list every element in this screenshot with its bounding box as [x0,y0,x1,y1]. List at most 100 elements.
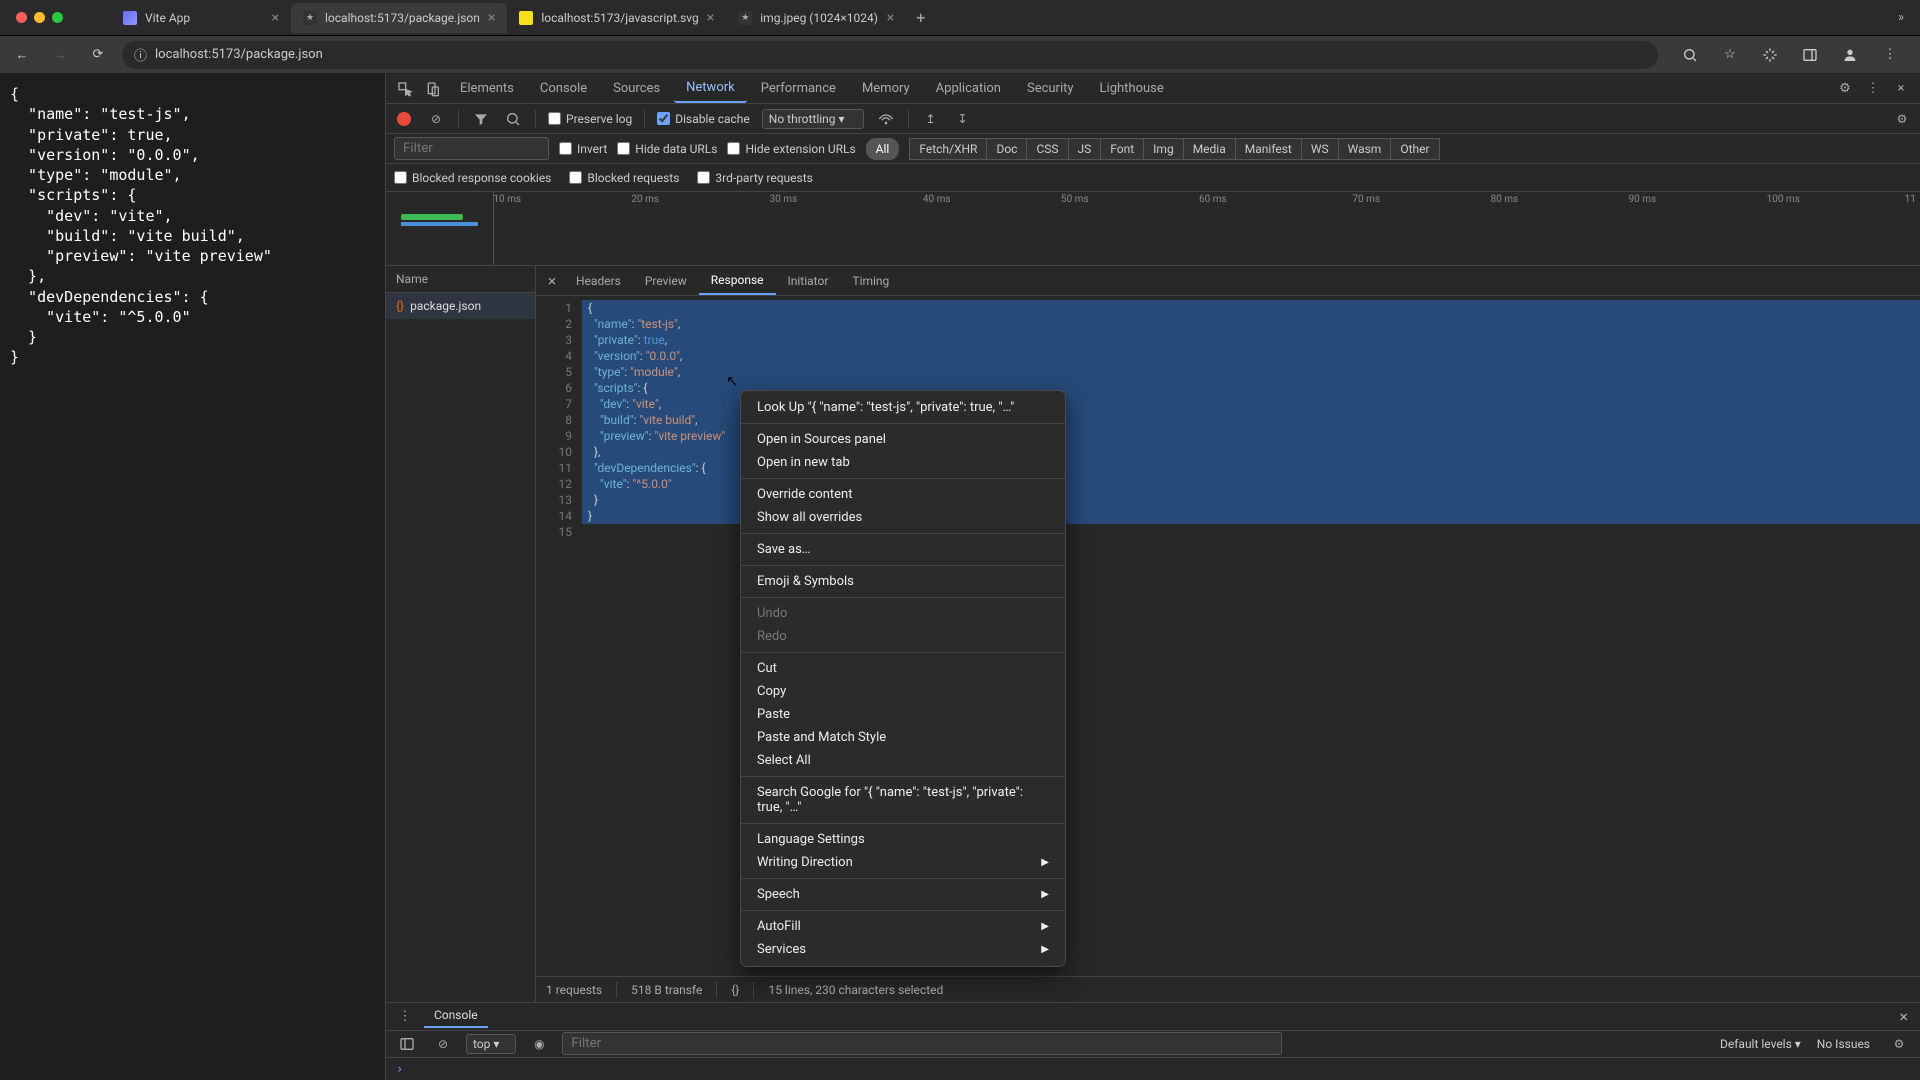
expand-tabs-icon[interactable]: » [1890,10,1912,25]
download-har-icon[interactable]: ↧ [953,109,973,129]
filter-type-js[interactable]: JS [1068,138,1101,160]
filter-type-manifest[interactable]: Manifest [1235,138,1301,160]
ctx-open-sources[interactable]: Open in Sources panel [741,428,1065,451]
window-minimize[interactable] [34,12,45,23]
console-context-select[interactable]: top ▾ [466,1034,516,1054]
ctx-autofill[interactable]: AutoFill▶ [741,915,1065,938]
page-content[interactable]: { "name": "test-js", "private": true, "v… [0,74,385,1080]
tab-security[interactable]: Security [1015,75,1086,102]
close-drawer-icon[interactable]: × [1893,1007,1914,1026]
ctx-lookup[interactable]: Look Up "{ "name": "test-js", "private":… [741,396,1065,419]
console-settings-icon[interactable]: ⚙ [1886,1031,1912,1057]
column-name[interactable]: Name [386,266,535,293]
detail-tab-initiator[interactable]: Initiator [776,268,841,294]
filter-type-fetch[interactable]: Fetch/XHR [909,138,986,160]
ctx-paste-match[interactable]: Paste and Match Style [741,726,1065,749]
ctx-paste[interactable]: Paste [741,703,1065,726]
search-icon[interactable] [503,109,523,129]
address-bar[interactable]: ⓘ localhost:5173/package.json [122,41,1658,69]
blocked-requests-checkbox[interactable]: Blocked requests [569,171,679,185]
ctx-writing[interactable]: Writing Direction▶ [741,851,1065,874]
ctx-open-tab[interactable]: Open in new tab [741,451,1065,474]
reload-button[interactable]: ⟳ [84,41,112,69]
detail-tab-preview[interactable]: Preview [633,268,699,294]
filter-icon[interactable] [471,109,491,129]
nav-forward-button[interactable]: → [46,41,74,69]
format-icon[interactable]: {} [731,983,739,997]
detail-tab-response[interactable]: Response [699,267,776,295]
live-expression-icon[interactable]: ◉ [526,1031,552,1057]
third-party-checkbox[interactable]: 3rd-party requests [697,171,812,185]
tab-package-json[interactable]: ★ localhost:5173/package.json × [291,3,507,33]
ctx-show-overrides[interactable]: Show all overrides [741,506,1065,529]
filter-type-other[interactable]: Other [1390,138,1439,160]
window-close[interactable] [16,12,27,23]
preserve-log-checkbox[interactable]: Preserve log [548,112,632,126]
hide-extension-urls-checkbox[interactable]: Hide extension URLs [727,142,855,156]
close-icon[interactable]: × [707,10,714,26]
zoom-icon[interactable] [1676,41,1704,69]
profile-icon[interactable] [1836,41,1864,69]
issues-count[interactable]: No Issues [1817,1037,1870,1051]
filter-type-img[interactable]: Img [1143,138,1183,160]
console-prompt[interactable]: › [386,1058,1920,1080]
new-tab-button[interactable]: + [906,8,935,27]
disable-cache-checkbox[interactable]: Disable cache [657,112,750,126]
tab-img-jpeg[interactable]: ★ img.jpeg (1024×1024) × [726,3,906,33]
log-levels-select[interactable]: Default levels ▾ [1720,1037,1801,1051]
filter-input[interactable] [394,137,549,160]
ctx-select-all[interactable]: Select All [741,749,1065,772]
detail-tab-headers[interactable]: Headers [564,268,633,294]
drawer-tab-console[interactable]: Console [424,1004,488,1028]
ctx-cut[interactable]: Cut [741,657,1065,680]
sidepanel-icon[interactable] [1796,41,1824,69]
filter-type-doc[interactable]: Doc [986,138,1026,160]
detail-tab-timing[interactable]: Timing [840,268,901,294]
network-settings-icon[interactable]: ⚙ [1892,109,1912,129]
drawer-more-icon[interactable]: ⋮ [392,1003,418,1029]
ctx-override[interactable]: Override content [741,483,1065,506]
filter-type-css[interactable]: CSS [1026,138,1067,160]
ctx-speech[interactable]: Speech▶ [741,883,1065,906]
ctx-emoji[interactable]: Emoji & Symbols [741,570,1065,593]
close-icon[interactable]: × [488,10,495,26]
site-info-icon[interactable]: ⓘ [134,45,147,64]
console-clear-icon[interactable]: ⊘ [430,1031,456,1057]
tab-elements[interactable]: Elements [448,75,526,102]
ctx-save-as[interactable]: Save as… [741,538,1065,561]
tab-network[interactable]: Network [674,74,747,103]
clear-icon[interactable]: ⊘ [426,109,446,129]
settings-icon[interactable]: ⚙ [1832,76,1858,102]
ctx-search-google[interactable]: Search Google for "{ "name": "test-js", … [741,781,1065,819]
filter-type-font[interactable]: Font [1100,138,1143,160]
extensions-icon[interactable] [1756,41,1784,69]
ctx-services[interactable]: Services▶ [741,938,1065,961]
console-sidebar-icon[interactable] [394,1031,420,1057]
window-maximize[interactable] [52,12,63,23]
tab-sources[interactable]: Sources [601,75,672,102]
bookmark-icon[interactable]: ☆ [1716,41,1744,69]
blocked-cookies-checkbox[interactable]: Blocked response cookies [394,171,551,185]
upload-har-icon[interactable]: ↥ [921,109,941,129]
filter-type-media[interactable]: Media [1183,138,1235,160]
request-item[interactable]: {} package.json [386,293,535,319]
invert-checkbox[interactable]: Invert [559,142,607,156]
tab-console[interactable]: Console [528,75,599,102]
close-devtools-icon[interactable]: × [1888,76,1914,102]
network-timeline[interactable]: 10 ms 20 ms 30 ms 40 ms 50 ms 60 ms 70 m… [386,192,1920,266]
record-button[interactable] [394,109,414,129]
filter-type-ws[interactable]: WS [1301,138,1338,160]
ctx-copy[interactable]: Copy [741,680,1065,703]
ctx-language[interactable]: Language Settings [741,828,1065,851]
inspect-icon[interactable] [392,76,418,102]
filter-type-wasm[interactable]: Wasm [1338,138,1391,160]
tab-application[interactable]: Application [924,75,1013,102]
tab-memory[interactable]: Memory [850,75,922,102]
network-conditions-icon[interactable] [876,109,896,129]
hide-data-urls-checkbox[interactable]: Hide data URLs [617,142,717,156]
close-icon[interactable]: × [887,10,894,26]
tab-lighthouse[interactable]: Lighthouse [1088,75,1176,102]
close-detail-button[interactable]: × [540,272,564,290]
console-filter-input[interactable] [562,1032,1282,1055]
close-icon[interactable]: × [272,10,279,26]
